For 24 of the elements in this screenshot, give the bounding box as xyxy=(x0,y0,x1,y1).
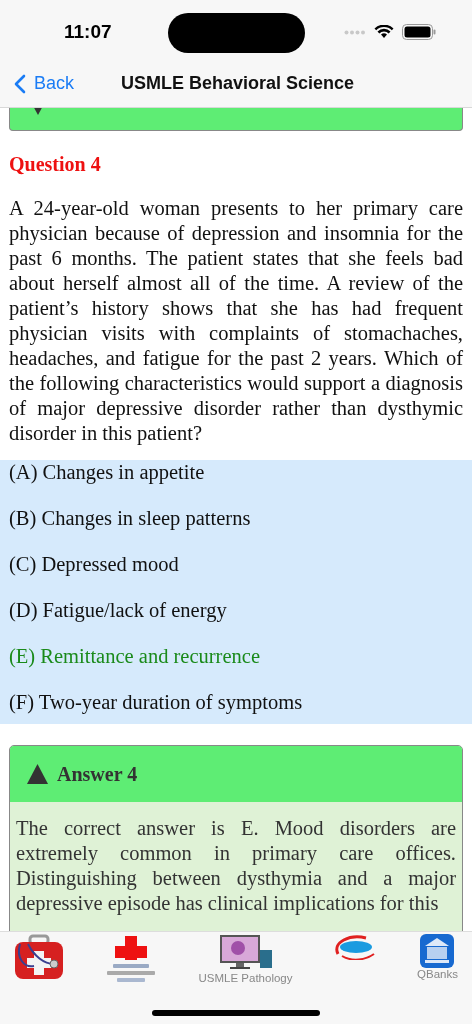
chevron-left-icon xyxy=(14,73,26,94)
answer-option[interactable]: (A) Changes in appetite xyxy=(0,460,472,506)
answer-option[interactable]: (E) Remittance and recurrence xyxy=(0,644,472,690)
nav-title: USMLE Behavioral Science xyxy=(121,73,355,94)
signal-icon xyxy=(344,29,366,35)
answer-option[interactable]: (F) Two-year duration of symptoms xyxy=(0,690,472,724)
answer-option[interactable]: (C) Depressed mood xyxy=(0,552,472,598)
question-title: Question 4 xyxy=(9,153,102,176)
answer-header[interactable] xyxy=(9,108,463,131)
answer-option[interactable]: (D) Fatigue/lack of energy xyxy=(0,598,472,644)
wifi-icon xyxy=(374,25,394,39)
question-text: A 24-year-old woman presents to her primary care physician because of depression and insomnia for the past 6 months. The patient states that she feels bad about herself almost all of the time. A review of the patient’s history shows that she has had frequent physician visits with complaints of stomachaches, headaches, and fatigue for the past 2 years. Which of the following characteristics would support a diagnosis of major depressive disorder rather than dysthymic disorder in this patient? xyxy=(9,196,463,446)
medical-kit-icon xyxy=(14,934,64,980)
monitor-icon xyxy=(217,934,274,972)
tab-item[interactable] xyxy=(14,932,64,980)
answer-header[interactable]: Answer 4 xyxy=(10,746,462,802)
answer-text: The correct answer is E. Mood disorders are extremely common in primary care offices. Distinguishing between dysthymia and a major depressive episode has clinical implications for this xyxy=(16,816,456,917)
answer-option[interactable]: (B) Changes in sleep patterns xyxy=(0,506,472,552)
bank-icon xyxy=(420,934,455,968)
status-time: 11:07 xyxy=(64,20,112,43)
back-button[interactable]: Back xyxy=(0,73,75,94)
answer-title: Answer 4 xyxy=(57,762,138,786)
battery-icon xyxy=(402,24,436,40)
tab-item[interactable]: USMLE Pathology xyxy=(198,932,293,984)
